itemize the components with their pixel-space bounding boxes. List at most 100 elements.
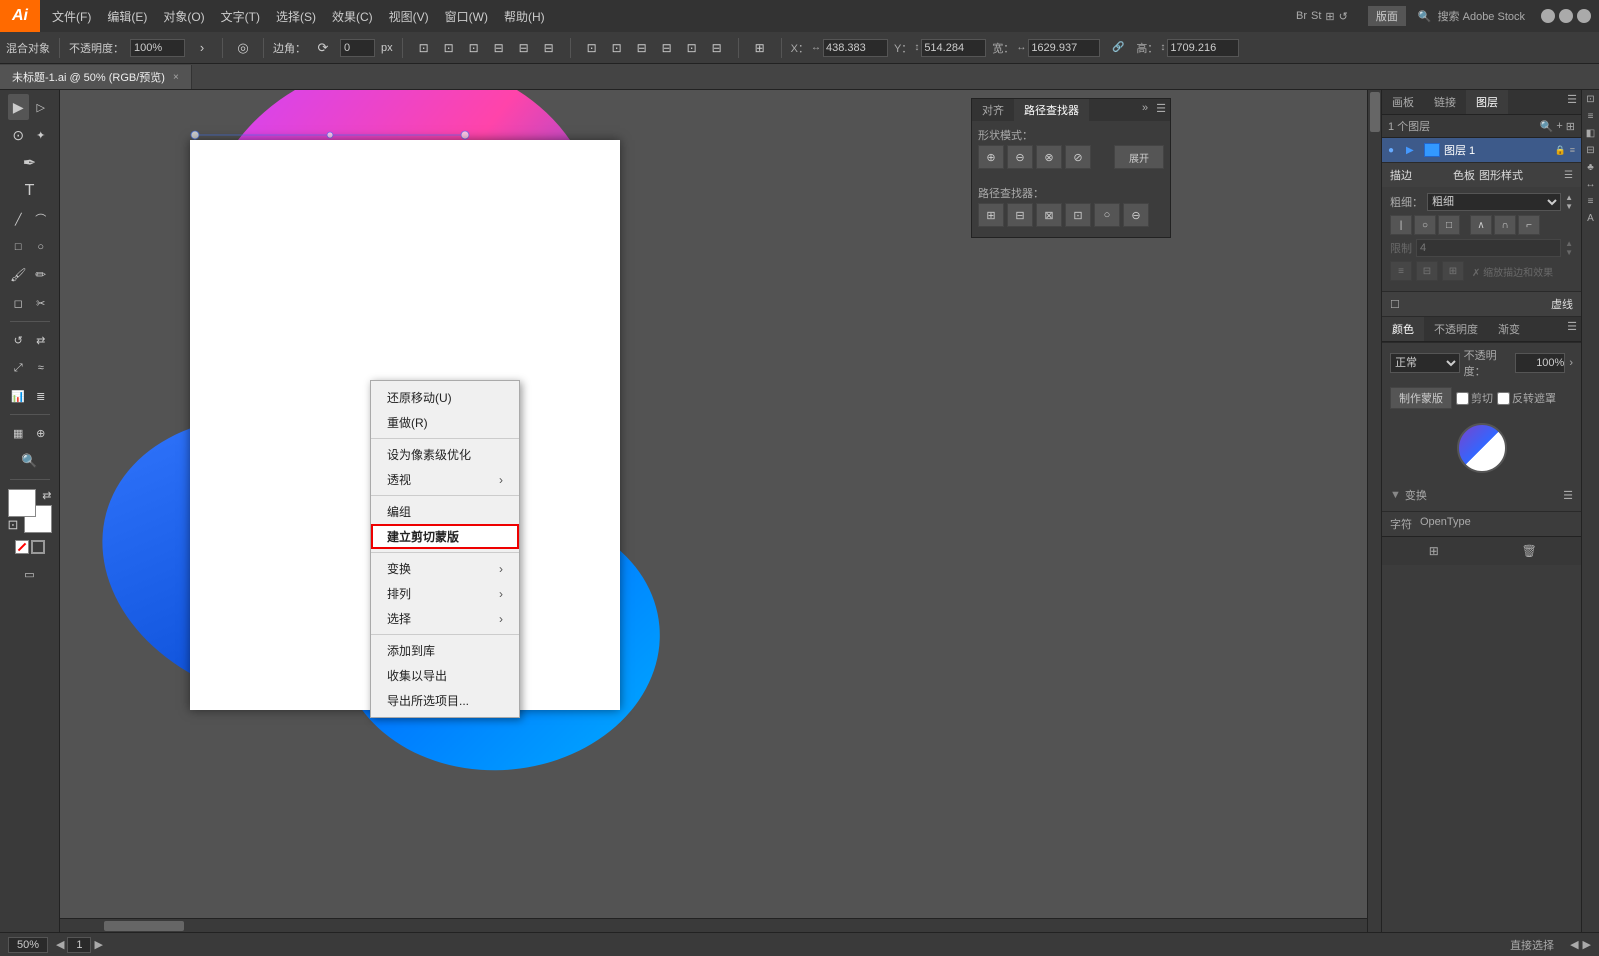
grid-icon2[interactable]: ⊞	[748, 36, 772, 60]
circle-icon[interactable]: ◎	[232, 37, 254, 59]
cap-square[interactable]: □	[1438, 215, 1460, 235]
char-panel-icon[interactable]: A	[1587, 213, 1594, 224]
menu-edit[interactable]: 编辑(E)	[99, 0, 155, 32]
pen-tool[interactable]: ✒	[8, 150, 52, 176]
properties-panel-icon[interactable]: ⊡	[1586, 94, 1594, 105]
ctx-perspective[interactable]: 透视 ›	[371, 467, 519, 492]
minus-back-icon[interactable]: ⊖	[1123, 203, 1149, 227]
intersect-icon[interactable]: ⊗	[1036, 145, 1062, 169]
rect-tool[interactable]: □	[8, 234, 30, 260]
line-tool[interactable]: ╱	[8, 206, 30, 232]
align-bottom[interactable]: ⊟	[537, 36, 561, 60]
h-input[interactable]	[1167, 39, 1239, 57]
dist-v2[interactable]: ⊟	[655, 36, 679, 60]
appearance-menu[interactable]: ☰	[1563, 317, 1581, 341]
gradient-tool[interactable]: ▦	[8, 420, 30, 446]
unite-icon[interactable]: ⊕	[978, 145, 1004, 169]
miter-input[interactable]	[1416, 239, 1561, 257]
gradient-tab-btn[interactable]: 渐变	[1488, 317, 1530, 341]
graph-tool[interactable]: 📊	[8, 383, 30, 409]
ctx-select[interactable]: 选择 ›	[371, 606, 519, 631]
clip-checkbox[interactable]	[1456, 392, 1469, 405]
dashes-checkbox-icon[interactable]: ☐	[1390, 298, 1400, 311]
transform-expand-icon[interactable]: ▼	[1390, 489, 1401, 501]
doc-tab-1[interactable]: 未标题-1.ai @ 50% (RGB/预览) ×	[0, 65, 192, 89]
pencil-tool[interactable]: ✏	[30, 262, 52, 288]
expand-btn[interactable]: 展开	[1114, 145, 1164, 169]
menu-select[interactable]: 选择(S)	[268, 0, 324, 32]
cc-libraries-icon[interactable]: ♣	[1587, 162, 1594, 173]
scissor-tool[interactable]: ✂	[30, 290, 52, 316]
menu-object[interactable]: 对象(O)	[155, 0, 212, 32]
layers-tab[interactable]: 图层	[1466, 90, 1508, 114]
opacity-input[interactable]	[130, 39, 185, 57]
ctx-undo[interactable]: 还原移动(U)	[371, 385, 519, 410]
divide-icon[interactable]: ⊞	[978, 203, 1004, 227]
cap-round[interactable]: ○	[1414, 215, 1436, 235]
ctx-add-to-library[interactable]: 添加到库	[371, 638, 519, 663]
warp-tool[interactable]: ≈	[30, 355, 52, 381]
direct-select-tool[interactable]: ▷	[30, 94, 52, 120]
align-top[interactable]: ⊟	[487, 36, 511, 60]
boards-tab[interactable]: 画板	[1382, 90, 1424, 114]
eraser-tool[interactable]: ◻	[8, 290, 30, 316]
invert-checkbox[interactable]	[1497, 392, 1510, 405]
outline-icon[interactable]: ○	[1094, 203, 1120, 227]
search-layers-icon[interactable]: 🔍	[1540, 120, 1554, 133]
join-bevel[interactable]: ⌐	[1518, 215, 1540, 235]
ctx-group[interactable]: 编组	[371, 499, 519, 524]
angle-input[interactable]	[340, 39, 375, 57]
libraries-panel-icon[interactable]: ≡	[1588, 111, 1594, 122]
join-miter[interactable]: ∧	[1470, 215, 1492, 235]
trim-icon[interactable]: ⊟	[1007, 203, 1033, 227]
width-select[interactable]: 粗细	[1427, 193, 1561, 211]
ctx-export-selection[interactable]: 导出所选项目...	[371, 688, 519, 713]
layer-lock-icon[interactable]: 🔒	[1555, 145, 1566, 156]
data-tool[interactable]: ≣	[30, 383, 52, 409]
panel-options-icon[interactable]: ⊞	[1566, 120, 1575, 133]
dist-h[interactable]: ⊡	[580, 36, 604, 60]
align-left[interactable]: ⊡	[412, 36, 436, 60]
w-input[interactable]	[1028, 39, 1100, 57]
width-stepper[interactable]: ▲▼	[1565, 193, 1573, 211]
menu-type[interactable]: 文字(T)	[213, 0, 268, 32]
foreground-color[interactable]	[8, 489, 36, 517]
search-icon[interactable]: 🔍	[1418, 10, 1432, 23]
delete-layer-icon[interactable]: 🗑	[1518, 541, 1540, 561]
swap-colors[interactable]: ⇄	[42, 489, 51, 502]
maximize-button[interactable]	[1559, 9, 1573, 23]
pathfinder-tab[interactable]: 路径查找器	[1014, 99, 1089, 121]
align-inside-stroke[interactable]: ⊟	[1416, 261, 1438, 281]
layer-visibility-eye[interactable]: ●	[1388, 145, 1402, 156]
layers-menu-icon[interactable]: ☰	[1563, 90, 1581, 114]
dist-v[interactable]: ⊡	[605, 36, 629, 60]
ctx-redo[interactable]: 重做(R)	[371, 410, 519, 435]
stroke-indicator[interactable]	[31, 540, 45, 554]
merge-icon[interactable]: ⊠	[1036, 203, 1062, 227]
scale-tool[interactable]: ⤢	[8, 355, 30, 381]
transform-menu-icon[interactable]: ☰	[1563, 489, 1573, 502]
ctx-pixel-optimize[interactable]: 设为像素级优化	[371, 442, 519, 467]
h-scroll-thumb[interactable]	[104, 921, 184, 931]
fill-indicator[interactable]	[15, 540, 29, 554]
artboards-panel-icon[interactable]: ⊟	[1586, 145, 1594, 156]
h-scrollbar[interactable]	[60, 918, 1367, 932]
type-tool[interactable]: T	[8, 178, 52, 204]
nav-left-arrow[interactable]: ◀	[1570, 938, 1578, 951]
add-layer-icon[interactable]: +	[1556, 120, 1562, 132]
layer-row[interactable]: ● ▶ 图层 1 🔒 ≡	[1382, 138, 1581, 163]
blending-mode-select[interactable]: 正常	[1390, 353, 1460, 373]
cap-butt[interactable]: |	[1390, 215, 1412, 235]
close-button[interactable]	[1577, 9, 1591, 23]
character-label[interactable]: 字符	[1390, 516, 1412, 532]
mesh-tool[interactable]: ⊕	[30, 420, 52, 446]
new-layer-icon[interactable]: ⊞	[1423, 541, 1445, 561]
reflect-tool[interactable]: ⇄	[30, 327, 52, 353]
ctx-clipping-mask[interactable]: 建立剪切蒙版	[371, 524, 519, 549]
dist-h2[interactable]: ⊟	[630, 36, 654, 60]
align-panel-icon[interactable]: ≡	[1588, 196, 1594, 207]
ctx-transform[interactable]: 变换 ›	[371, 556, 519, 581]
y-input[interactable]	[921, 39, 986, 57]
align-center-v[interactable]: ⊟	[512, 36, 536, 60]
nav-right-arrow[interactable]: ▶	[1583, 938, 1591, 951]
